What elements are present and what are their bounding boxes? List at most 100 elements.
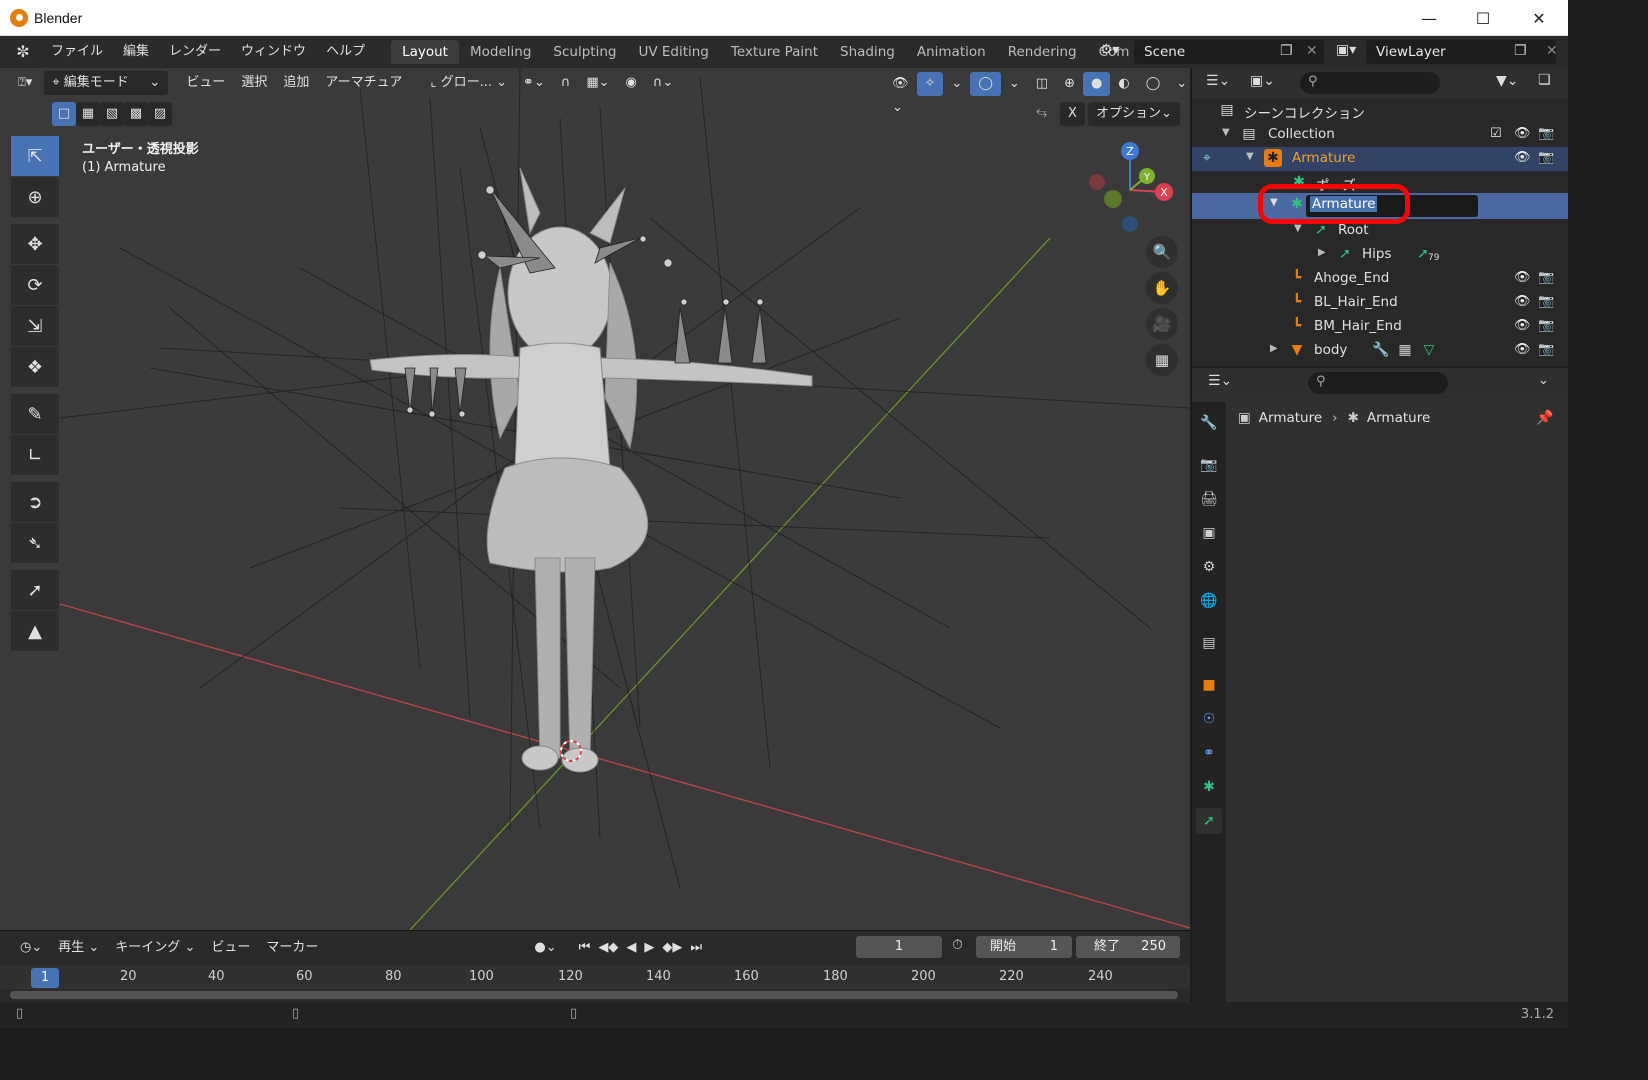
scale-tool-icon[interactable]: ⇲ — [11, 306, 59, 346]
3d-viewport[interactable]: ⍰▾ ⌖ 編集モード ⌄ ビュー 選択 追加 アーマチュア ⌞ グロー... ⌄… — [0, 68, 1190, 930]
menu-timeline-view[interactable]: ビュー — [203, 936, 258, 960]
xray-toggle-icon[interactable]: ◫ — [1028, 72, 1056, 96]
mode-indicator-icon[interactable]: ⌖ — [1198, 149, 1216, 167]
overlay-menu-icon[interactable]: ⌄ — [1001, 72, 1028, 96]
menu-help[interactable]: ヘルプ — [316, 40, 375, 64]
camera-view-icon[interactable]: 🎥 — [1146, 308, 1178, 340]
rendered-shading-icon[interactable]: ◯ — [1138, 72, 1169, 96]
outliner-row-scene-collection[interactable]: ▤ シーンコレクション — [1192, 99, 1568, 123]
outliner-row-bm-hair-end[interactable]: ┗ BM_Hair_End 👁 📷 — [1192, 315, 1568, 339]
close-button[interactable]: ✕ — [1512, 0, 1566, 36]
jump-next-keyframe-icon[interactable]: ◆▶ — [658, 936, 686, 960]
select-box-tool-icon[interactable]: ⇱ — [11, 136, 59, 176]
play-reverse-icon[interactable]: ◀ — [622, 936, 640, 960]
object-tab-icon[interactable]: ■ — [1196, 672, 1222, 698]
perspective-toggle-icon[interactable]: ▦ — [1146, 344, 1178, 376]
scene-copy-icon[interactable]: ❐ — [1280, 43, 1293, 59]
eye-icon[interactable]: 👁 — [1514, 318, 1531, 333]
bone-envelope-tool-icon[interactable]: ▲ — [11, 611, 59, 651]
material-shading-icon[interactable]: ◐ — [1110, 72, 1137, 96]
mode-selector[interactable]: ⌖ 編集モード ⌄ — [44, 71, 169, 95]
eye-icon[interactable]: 👁 — [1514, 294, 1531, 309]
expand-arrow-icon[interactable]: ▼ — [1294, 223, 1302, 234]
menu-edit[interactable]: 編集 — [113, 40, 159, 64]
outliner-row-armature-data[interactable]: ▼ ✱ Armature — [1192, 184, 1568, 224]
viewlayer-remove-icon[interactable]: ✕ — [1546, 43, 1558, 59]
tab-layout[interactable]: Layout — [391, 40, 459, 64]
snap-target-icon[interactable]: ▦⌄ — [578, 71, 617, 95]
shading-menu-icon[interactable]: ⌄ — [1168, 72, 1190, 96]
editor-type-icon[interactable]: ⍰▾ — [10, 71, 40, 95]
expand-arrow-icon[interactable]: ▶ — [1318, 247, 1326, 258]
armature-data-tab-icon[interactable]: ✱ — [1196, 774, 1222, 800]
tab-animation[interactable]: Animation — [906, 40, 997, 64]
eye-icon[interactable]: 👁 — [1514, 126, 1531, 141]
view-layer-tab-icon[interactable]: ▣ — [1196, 520, 1222, 546]
menu-add[interactable]: 追加 — [275, 71, 317, 95]
new-collection-icon[interactable]: ❏ — [1538, 72, 1551, 88]
camera-icon[interactable]: 📷 — [1538, 318, 1554, 333]
select-intersect-icon[interactable]: ▨ — [148, 102, 172, 126]
exclude-checkbox-icon[interactable]: ☑ — [1490, 126, 1502, 141]
solid-shading-icon[interactable]: ● — [1083, 72, 1111, 96]
tab-uv-editing[interactable]: UV Editing — [627, 40, 719, 64]
menu-render[interactable]: レンダー — [159, 40, 231, 64]
scene-tab-icon[interactable]: ⚙ — [1196, 554, 1222, 580]
properties-options-icon[interactable]: ⌄ — [1538, 373, 1549, 388]
outliner-row-root-bone[interactable]: ▼ ➚ Root — [1192, 219, 1568, 243]
filter-icon[interactable]: ▼⌄ — [1496, 73, 1519, 89]
physics-tab-icon[interactable]: ☉ — [1196, 706, 1222, 732]
properties-editor-icon[interactable]: ☰⌄ — [1208, 373, 1232, 389]
expand-arrow-icon[interactable]: ▶ — [1270, 343, 1278, 354]
move-tool-icon[interactable]: ✥ — [11, 224, 59, 264]
pan-hand-icon[interactable]: ✋ — [1146, 272, 1178, 304]
measure-tool-icon[interactable]: ∟ — [11, 435, 59, 475]
tool-tab-icon[interactable]: 🔧 — [1196, 410, 1222, 436]
viewlayer-copy-icon[interactable]: ❐ — [1514, 43, 1527, 59]
camera-icon[interactable]: 📷 — [1538, 126, 1554, 141]
current-frame-field[interactable]: 1 — [856, 936, 942, 958]
viewlayer-selector-icon[interactable]: ▣▾ — [1336, 42, 1356, 58]
preview-range-icon[interactable]: ⏱ — [952, 937, 963, 953]
eye-icon[interactable]: 👁 — [1514, 270, 1531, 285]
outliner-search-input[interactable]: ⚲ — [1300, 72, 1440, 94]
camera-icon[interactable]: 📷 — [1538, 270, 1554, 285]
mirror-x-toggle[interactable]: X — [1060, 102, 1085, 126]
select-extend-icon[interactable]: ▦ — [76, 102, 100, 126]
tab-texture-paint[interactable]: Texture Paint — [720, 40, 829, 64]
menu-armature[interactable]: アーマチュア — [317, 71, 410, 95]
outliner-row-ahoge-end[interactable]: ┗ Ahoge_End 👁 📷 — [1192, 267, 1568, 291]
zoom-icon[interactable]: 🔍 — [1146, 236, 1178, 268]
gizmo-toggle-icon[interactable]: ✧ — [916, 72, 944, 96]
outliner-row-collection[interactable]: ▼ ▤ Collection ☑ 👁 📷 — [1192, 123, 1568, 147]
playhead[interactable]: 1 — [31, 968, 59, 988]
select-invert-icon[interactable]: ▩ — [124, 102, 148, 126]
tab-sculpting[interactable]: Sculpting — [542, 40, 627, 64]
viewlayer-name-field[interactable]: ViewLayer — [1366, 40, 1556, 64]
collection-tab-icon[interactable]: ▤ — [1196, 630, 1222, 656]
bone-roll-tool-icon[interactable]: ➚ — [11, 570, 59, 610]
transform-tool-icon[interactable]: ❖ — [11, 347, 59, 387]
menu-file[interactable]: ファイル — [41, 40, 113, 64]
end-frame-field[interactable]: 終了 250 — [1076, 936, 1180, 958]
tab-rendering[interactable]: Rendering — [997, 40, 1088, 64]
outliner-row-body[interactable]: ▶ ▼ body 🔧 ▦ ▽ 👁 📷 — [1192, 339, 1568, 363]
pin-icon[interactable]: 📌 — [1536, 410, 1553, 426]
camera-icon[interactable]: 📷 — [1538, 150, 1554, 165]
bone-tab-icon[interactable]: ➚ — [1196, 808, 1222, 834]
cursor-tool-icon[interactable]: ⊕ — [11, 177, 59, 217]
jump-end-icon[interactable]: ⏭ — [686, 936, 706, 960]
outliner-row-bl-hair-end[interactable]: ┗ BL_Hair_End 👁 📷 — [1192, 291, 1568, 315]
pivot-point-icon[interactable]: ⚭⌄ — [515, 71, 553, 95]
wireframe-shading-icon[interactable]: ⊕ — [1056, 72, 1083, 96]
properties-search-input[interactable]: ⚲ — [1308, 372, 1448, 394]
falloff-icon[interactable]: ∩⌄ — [645, 71, 681, 95]
eye-icon[interactable]: 👁 — [1514, 342, 1531, 357]
jump-prev-keyframe-icon[interactable]: ◀◆ — [594, 936, 622, 960]
timeline-editor-icon[interactable]: ◷⌄ — [12, 936, 50, 960]
output-tab-icon[interactable]: 🖨 — [1196, 486, 1222, 512]
display-mode-icon[interactable]: ▣⌄ — [1250, 73, 1275, 89]
minimize-button[interactable]: — — [1402, 0, 1456, 36]
scene-name-field[interactable]: Scene — [1134, 40, 1324, 64]
outliner-row-hips-bone[interactable]: ▶ ➚ Hips ➚ 79 — [1192, 243, 1568, 267]
